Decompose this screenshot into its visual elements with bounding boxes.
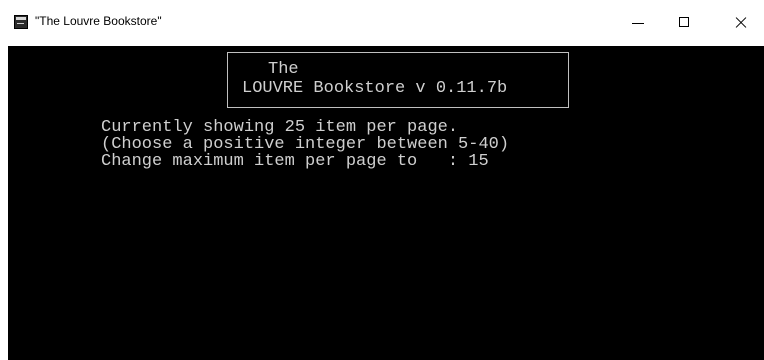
title-bar[interactable]: "The Louvre Bookstore": [0, 0, 764, 46]
prompt-label: Change maximum item per page to :: [101, 152, 469, 171]
header-title-line2: LOUVRE Bookstore v 0.11.7b: [242, 79, 508, 98]
current-items-message: Currently showing 25 item per page.: [101, 118, 459, 137]
items-per-page-prompt: Change maximum item per page to : 15: [101, 153, 489, 170]
close-icon: [734, 16, 748, 30]
header-title-line1: The: [268, 60, 299, 79]
console-output[interactable]: The LOUVRE Bookstore v 0.11.7b Currently…: [8, 46, 764, 360]
minimize-button[interactable]: [616, 0, 662, 46]
range-hint-message: (Choose a positive integer between 5-40): [101, 135, 510, 154]
console-window: "The Louvre Bookstore" The LOUVRE Bookst…: [0, 0, 764, 360]
maximize-icon: [679, 17, 689, 27]
items-per-page-input[interactable]: 15: [468, 153, 488, 170]
console-icon[interactable]: [14, 15, 28, 29]
window-title: "The Louvre Bookstore": [35, 14, 162, 28]
close-button[interactable]: [718, 0, 764, 46]
minimize-icon: [632, 23, 644, 24]
maximize-button[interactable]: [662, 0, 708, 46]
